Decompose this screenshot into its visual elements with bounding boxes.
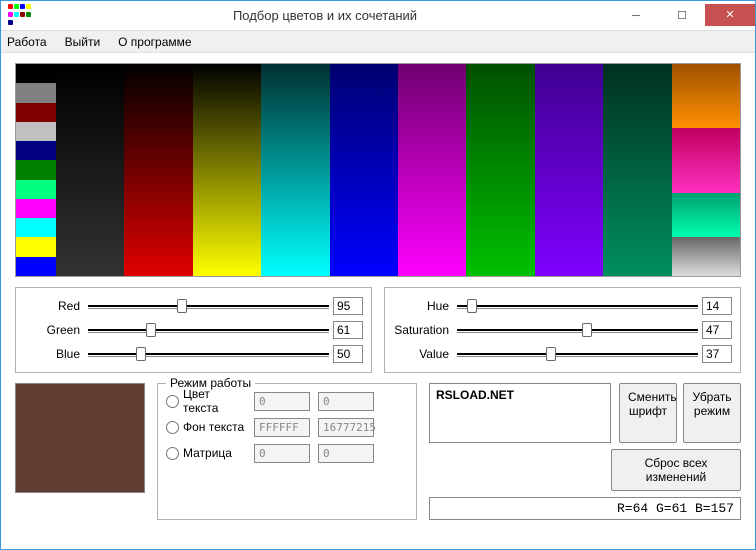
green-slider[interactable] [88,321,329,339]
hue-slider[interactable] [457,297,698,315]
red-slider[interactable] [88,297,329,315]
val-value[interactable]: 37 [702,345,732,363]
gradient-7[interactable] [466,64,534,276]
minimize-button[interactable]: ─ [613,4,659,28]
bg-hex: FFFFFF [254,418,310,437]
app-icon [7,4,31,28]
val-label: Value [393,347,453,361]
window-title: Подбор цветов и их сочетаний [37,8,613,23]
mode-legend: Режим работы [166,376,255,390]
green-value[interactable]: 61 [333,321,363,339]
matrix-hex: 0 [254,444,310,463]
mode-bg-color[interactable]: Фон текста [166,420,246,434]
gradient-6[interactable] [398,64,466,276]
matrix-dec: 0 [318,444,374,463]
red-label: Red [24,299,84,313]
menu-work[interactable]: Работа [7,35,47,49]
change-font-button[interactable]: Сменить шрифт [619,383,677,443]
blue-label: Blue [24,347,84,361]
mode-text-color[interactable]: Цвет текста [166,387,246,415]
val-slider[interactable] [457,345,698,363]
titlebar: Подбор цветов и их сочетаний ─ ☐ ✕ [1,1,755,31]
text-hex: 0 [254,392,310,411]
hue-value[interactable]: 14 [702,297,732,315]
radio-matrix[interactable] [166,447,179,460]
gradient-5[interactable] [330,64,398,276]
blue-slider[interactable] [88,345,329,363]
swatch-column[interactable] [16,64,56,276]
green-label: Green [24,323,84,337]
sat-label: Saturation [393,323,453,337]
mode-matrix[interactable]: Матрица [166,446,246,460]
text-dec: 0 [318,392,374,411]
color-palette[interactable] [15,63,741,277]
menu-exit[interactable]: Выйти [65,35,101,49]
blue-value[interactable]: 50 [333,345,363,363]
menubar: Работа Выйти О программе [1,31,755,53]
color-preview [15,383,145,493]
red-value[interactable]: 95 [333,297,363,315]
close-button[interactable]: ✕ [705,4,755,26]
gradient-9[interactable] [603,64,671,276]
status-bar: R=64 G=61 B=157 [429,497,741,520]
sat-value[interactable]: 47 [702,321,732,339]
hue-label: Hue [393,299,453,313]
sat-slider[interactable] [457,321,698,339]
rgb-group: Red 95 Green 61 Blue 50 [15,287,372,373]
gradient-4[interactable] [261,64,329,276]
window-controls: ─ ☐ ✕ [613,4,755,28]
gradient-1[interactable] [56,64,124,276]
maximize-button[interactable]: ☐ [659,4,705,28]
bg-dec: 16777215 [318,418,374,437]
gradient-2[interactable] [124,64,192,276]
radio-text-color[interactable] [166,395,179,408]
mode-group: Режим работы Цвет текста 0 0 Фон текста … [157,383,417,520]
menu-about[interactable]: О программе [118,35,191,49]
gradient-3[interactable] [193,64,261,276]
gradient-10[interactable] [672,64,740,276]
remove-mode-button[interactable]: Убрать режим [683,383,741,443]
sample-textbox[interactable]: RSLOAD.NET [429,383,611,443]
hsv-group: Hue 14 Saturation 47 Value 37 [384,287,741,373]
radio-bg-color[interactable] [166,421,179,434]
reset-all-button[interactable]: Сброс всех изменений [611,449,741,491]
gradient-8[interactable] [535,64,603,276]
